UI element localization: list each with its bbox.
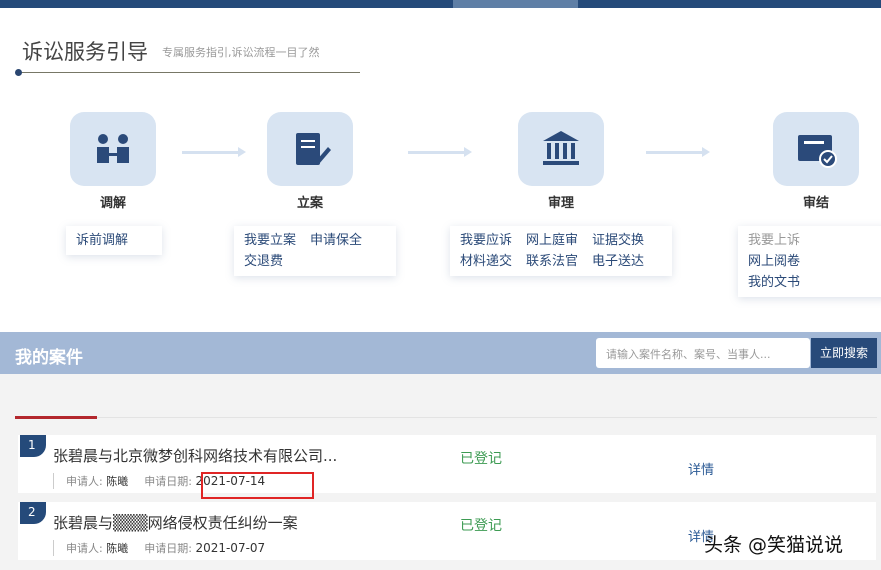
link-online-file-review[interactable]: 网上阅卷 <box>748 254 800 269</box>
applicant: 陈曦 <box>106 475 129 488</box>
step-mediation[interactable]: 调解 <box>63 112 163 211</box>
case-index: 2 <box>20 502 46 524</box>
my-cases-title: 我的案件 <box>15 348 83 368</box>
closed-case-icon <box>773 112 859 186</box>
closed-links: 我要上诉网上阅卷 我的文书 <box>738 226 881 297</box>
title-dot <box>15 69 22 76</box>
page-title: 诉讼服务引导 <box>22 40 148 64</box>
link-my-documents[interactable]: 我的文书 <box>748 275 800 290</box>
link-file-case[interactable]: 我要立案 <box>244 233 296 248</box>
step-label: 调解 <box>99 196 126 211</box>
step-closed[interactable]: 审结 <box>766 112 866 211</box>
case-meta: 申请人: 陈曦 申请日期: 2021-07-07 <box>53 540 265 556</box>
detail-link[interactable]: 详情 <box>688 459 714 478</box>
arrow-icon <box>408 147 472 157</box>
arrow-icon <box>646 147 710 157</box>
link-evidence-exchange[interactable]: 证据交换 <box>592 233 644 248</box>
filing-links: 我要立案 申请保全 交退费 <box>234 226 396 276</box>
case-row[interactable]: 1 张碧晨与北京微梦创科网络技术有限公司... 申请人: 陈曦 申请日期: 202… <box>18 435 876 493</box>
filing-icon <box>267 112 353 186</box>
step-label: 审理 <box>547 196 574 211</box>
page-subtitle: 专属服务指引,诉讼流程一目了然 <box>162 46 320 59</box>
tab-divider <box>97 417 877 418</box>
date-label: 申请日期: <box>144 475 192 488</box>
link-pre-mediation[interactable]: 诉前调解 <box>76 233 128 248</box>
active-nav-tab[interactable] <box>453 0 578 8</box>
mediation-links: 诉前调解 <box>66 226 162 255</box>
search-button[interactable]: 立即搜索 <box>811 338 877 368</box>
title-divider <box>18 72 360 73</box>
applicant-label: 申请人: <box>66 475 103 488</box>
link-fee-refund[interactable]: 交退费 <box>244 254 283 269</box>
trial-links: 我要应诉 网上庭审 证据交换 材料递交 联系法官 电子送达 <box>450 226 672 276</box>
watermark: 头条 @笑猫说说 <box>704 534 844 556</box>
case-search-input[interactable]: 请输入案件名称、案号、当事人... <box>596 338 810 368</box>
case-name[interactable]: 张碧晨与北京微梦创科网络技术有限公司... <box>53 445 337 466</box>
date-label: 申请日期: <box>144 542 192 555</box>
step-trial[interactable]: 审理 <box>511 112 611 211</box>
step-filing[interactable]: 立案 <box>260 112 360 211</box>
active-tab-indicator <box>15 416 97 419</box>
applicant-label: 申请人: <box>66 542 103 555</box>
link-submit-materials[interactable]: 材料递交 <box>460 254 512 269</box>
mediation-icon <box>70 112 156 186</box>
case-status: 已登记 <box>460 451 502 467</box>
case-status: 已登记 <box>460 518 502 534</box>
link-online-trial[interactable]: 网上庭审 <box>526 233 578 248</box>
link-contact-judge[interactable]: 联系法官 <box>526 254 578 269</box>
link-respond[interactable]: 我要应诉 <box>460 233 512 248</box>
court-icon <box>518 112 604 186</box>
apply-date: 2021-07-07 <box>195 541 266 555</box>
step-label: 审结 <box>802 196 829 211</box>
applicant: 陈曦 <box>106 542 129 555</box>
top-nav-bar <box>0 0 881 8</box>
link-apply-preservation[interactable]: 申请保全 <box>310 233 362 248</box>
link-appeal[interactable]: 我要上诉 <box>748 233 800 248</box>
link-e-service[interactable]: 电子送达 <box>592 254 644 269</box>
case-index: 1 <box>20 435 46 457</box>
case-name[interactable]: 张碧晨与▒▒▒网络侵权责任纠纷一案 <box>53 512 298 533</box>
arrow-icon <box>182 147 246 157</box>
step-label: 立案 <box>296 196 323 211</box>
date-highlight-box <box>201 472 314 499</box>
